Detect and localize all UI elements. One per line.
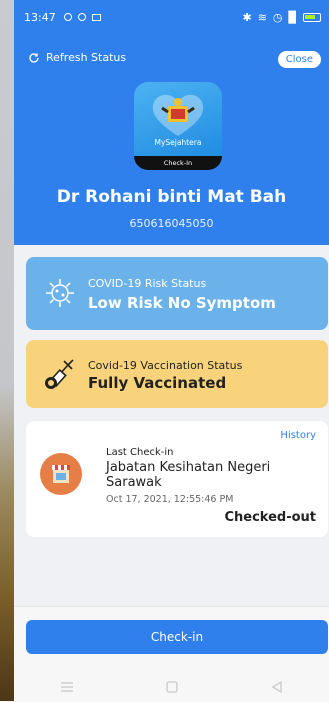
back-triangle-icon[interactable] (271, 680, 283, 693)
status-bar: 13:47 ✱ ≋ ◷ ▉ (24, 8, 321, 26)
refresh-icon (29, 52, 39, 63)
last-checkin-place: Jabatan Kesihatan Negeri Sarawak (106, 460, 271, 490)
mysejahtera-logo: MySejahtera Check-In (134, 82, 222, 170)
signal-icon: ▉ (288, 10, 297, 24)
risk-status-label: COVID-19 Risk Status (88, 277, 207, 290)
refresh-label: Refresh Status (46, 51, 127, 64)
history-link[interactable]: History (280, 430, 316, 441)
check-in-button[interactable]: Check-in (26, 620, 328, 654)
battery-icon (303, 12, 321, 22)
logo-checkin-badge: Check-In (134, 156, 222, 170)
vibrate-icon: ≋ (257, 10, 267, 24)
risk-status-value: Low Risk No Symptom (88, 294, 276, 312)
app-screen: 13:47 ✱ ≋ ◷ ▉ Refresh Status Close MySej… (14, 0, 329, 702)
background-photo-edge (0, 0, 14, 701)
app-icon (77, 13, 86, 21)
vaccination-status-card[interactable]: Covid-19 Vaccination Status Fully Vaccin… (26, 340, 328, 408)
alarm-icon: ◷ (272, 10, 283, 24)
system-nav-bar (14, 672, 329, 701)
profile-header: 13:47 ✱ ≋ ◷ ▉ Refresh Status Close MySej… (14, 0, 329, 245)
last-checkin-datetime: Oct 17, 2021, 12:55:46 PM (106, 494, 234, 505)
screen-icon (91, 13, 101, 21)
checkout-status: Checked-out (224, 510, 316, 525)
last-checkin-label: Last Check-in (106, 447, 174, 458)
vaccination-status-label: Covid-19 Vaccination Status (88, 359, 243, 372)
status-time: 13:47 (24, 10, 56, 24)
logo-brand-text: MySejahtera (154, 138, 202, 147)
user-name: Dr Rohani binti Mat Bah (56, 187, 287, 207)
close-button[interactable]: Close (277, 51, 321, 68)
home-square-icon[interactable] (166, 680, 179, 693)
user-id-number: 650616045050 (129, 217, 214, 230)
vaccination-status-value: Fully Vaccinated (88, 374, 227, 392)
notification-icon (63, 13, 72, 21)
menu-icon[interactable] (60, 681, 74, 692)
bluetooth-icon: ✱ (242, 10, 252, 24)
virus-icon (46, 279, 74, 307)
covid-risk-status-card[interactable]: COVID-19 Risk Status Low Risk No Symptom (26, 257, 328, 330)
shop-icon (40, 453, 82, 495)
heart-crest-icon (152, 94, 204, 136)
vaccine-syringe-icon (45, 359, 74, 389)
refresh-status-button[interactable]: Refresh Status (28, 51, 126, 64)
last-checkin-card: History Last Check-in Jabatan Kesihatan … (26, 421, 328, 537)
